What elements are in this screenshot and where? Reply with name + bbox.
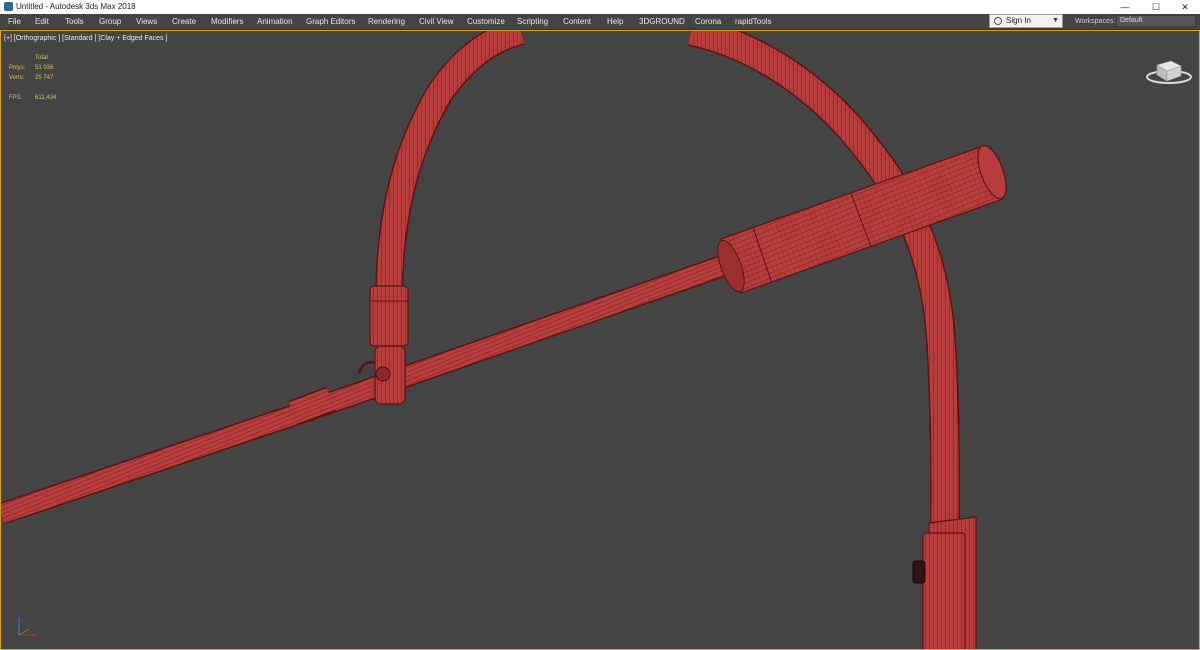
- diagonal-rod[interactable]: [1, 252, 735, 525]
- fps-value: 611,434: [35, 95, 57, 101]
- polys-label: Polys:: [9, 65, 26, 71]
- menu-animation[interactable]: Animation: [257, 14, 293, 29]
- menu-corona[interactable]: Corona: [695, 14, 721, 29]
- menu-create[interactable]: Create: [172, 14, 196, 29]
- workspaces-value: Default: [1120, 17, 1143, 24]
- menu-file[interactable]: File: [8, 14, 21, 29]
- viewport-statistics: Total Polys: 51 036 Verts: 25 747 FPS: 611,…: [9, 53, 89, 103]
- fps-label: FPS:: [9, 95, 23, 101]
- menu-help[interactable]: Help: [607, 14, 623, 29]
- sign-in-dropdown[interactable]: Sign In ▼: [989, 14, 1063, 28]
- workspaces-select[interactable]: Default: [1116, 15, 1196, 27]
- title-bar: Untitled - Autodesk 3ds Max 2018 — ☐ ✕: [0, 0, 1200, 14]
- close-button[interactable]: ✕: [1170, 0, 1200, 14]
- menu-tools[interactable]: Tools: [65, 14, 84, 29]
- verts-label: Verts:: [9, 75, 25, 81]
- menu-modifiers[interactable]: Modifiers: [211, 14, 243, 29]
- minimize-button[interactable]: —: [1110, 0, 1140, 14]
- menu-group[interactable]: Group: [99, 14, 121, 29]
- maximize-button[interactable]: ☐: [1141, 0, 1171, 14]
- verts-value: 25 747: [35, 75, 54, 81]
- menu-content[interactable]: Content: [563, 14, 591, 29]
- stats-header: Total: [35, 55, 48, 61]
- window-title: Untitled - Autodesk 3ds Max 2018: [16, 2, 136, 11]
- menu-edit[interactable]: Edit: [35, 14, 49, 29]
- scene-canvas[interactable]: [1, 31, 1200, 650]
- orthographic-viewport[interactable]: [+] [Orthographic ] [Standard ] [Clay + …: [0, 30, 1200, 650]
- menu-civil-view[interactable]: Civil View: [419, 14, 454, 29]
- menu-3dground[interactable]: 3DGROUND: [639, 14, 685, 29]
- axis-tripod-icon: [18, 617, 37, 636]
- viewport-label[interactable]: [+] [Orthographic ] [Standard ] [Clay + …: [4, 34, 167, 43]
- sign-in-label: Sign In: [1006, 16, 1031, 25]
- menu-rapidtools[interactable]: rapidTools: [735, 14, 771, 29]
- menu-scripting[interactable]: Scripting: [517, 14, 548, 29]
- menu-rendering[interactable]: Rendering: [368, 14, 405, 29]
- polys-value: 51 036: [35, 65, 54, 71]
- menu-customize[interactable]: Customize: [467, 14, 505, 29]
- viewcube-icon[interactable]: [1144, 53, 1194, 87]
- user-icon: [994, 17, 1002, 25]
- menu-views[interactable]: Views: [136, 14, 157, 29]
- base-bracket[interactable]: [912, 516, 977, 650]
- app-icon: [4, 2, 13, 11]
- chevron-down-icon: ▼: [1052, 17, 1059, 24]
- menu-graph-editors[interactable]: Graph Editors: [306, 14, 355, 29]
- workspaces-label: Workspaces:: [1075, 18, 1116, 25]
